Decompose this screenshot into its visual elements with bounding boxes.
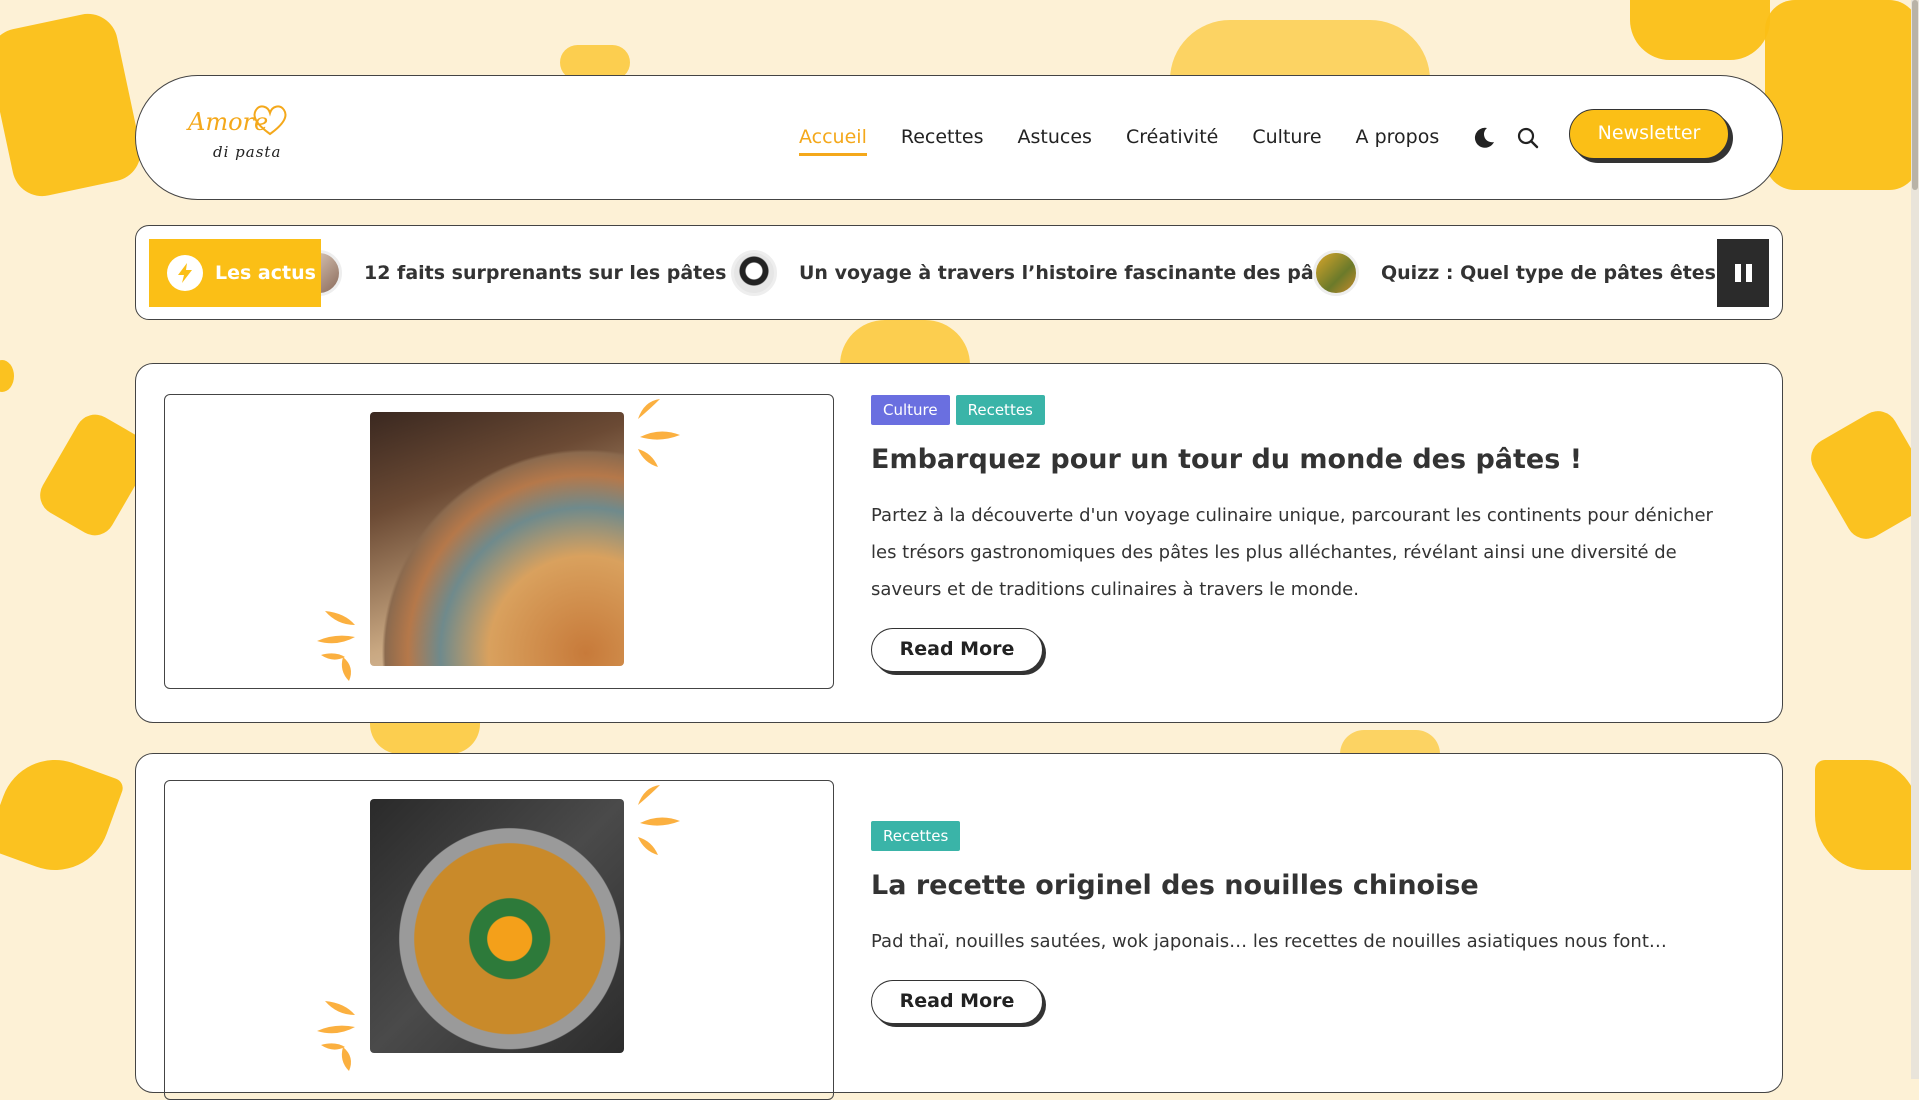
article-excerpt: Pad thaï, nouilles sautées, wok japonais… <box>871 931 1667 952</box>
ticker-item[interactable]: Un voyage à travers l’histoire fascinant… <box>731 239 1347 307</box>
ticker-thumbnail <box>731 250 777 296</box>
ticker-item-text: Un voyage à travers l’histoire fascinant… <box>799 262 1347 284</box>
ticker-label: Les actus <box>149 239 321 307</box>
newsletter-button[interactable]: Newsletter <box>1569 109 1729 159</box>
sparkle-decoration-icon <box>317 611 355 681</box>
nav-item-accueil[interactable]: Accueil <box>799 126 867 156</box>
tag-recettes[interactable]: Recettes <box>955 395 1045 425</box>
scrollbar-thumb[interactable] <box>1912 0 1918 190</box>
read-more-button[interactable]: Read More <box>871 628 1043 672</box>
pause-button[interactable] <box>1717 239 1769 307</box>
article-image[interactable] <box>370 412 624 666</box>
pause-icon-bar <box>1745 264 1752 282</box>
site-header: Amore di pasta Accueil Recettes Astuces … <box>135 75 1783 200</box>
page-scrollbar[interactable] <box>1911 0 1919 1079</box>
ticker-item-text: 12 faits surprenants sur les pâtes ! <box>364 262 742 284</box>
ticker-item[interactable]: Quizz : Quel type de pâtes êtes vous <box>1313 239 1722 307</box>
nav-item-creativite[interactable]: Créativité <box>1126 126 1218 156</box>
moon-icon[interactable] <box>1472 126 1496 154</box>
pasta-decoration <box>370 722 480 754</box>
pasta-decoration <box>1803 403 1919 547</box>
logo-text-bottom: di pasta <box>213 143 282 161</box>
read-more-button[interactable]: Read More <box>871 980 1043 1024</box>
nav-item-a-propos[interactable]: A propos <box>1356 126 1440 156</box>
sparkle-decoration-icon <box>317 1001 355 1071</box>
heart-icon <box>253 105 287 136</box>
nav-item-astuces[interactable]: Astuces <box>1018 126 1092 156</box>
pasta-decoration <box>1630 0 1770 60</box>
pasta-decoration <box>0 360 14 392</box>
main-nav: Accueil Recettes Astuces Créativité Cult… <box>799 126 1473 156</box>
article-image-frame[interactable] <box>164 780 834 1100</box>
pasta-decoration <box>1765 0 1919 190</box>
article-tags: Culture Recettes <box>871 395 1045 425</box>
sparkle-decoration-icon <box>638 785 680 855</box>
pause-icon <box>1734 264 1741 282</box>
tag-culture[interactable]: Culture <box>871 395 950 425</box>
article-title[interactable]: Embarquez pour un tour du monde des pâte… <box>871 444 1582 475</box>
article-image[interactable] <box>370 799 624 1053</box>
news-ticker: Les actus 12 faits surprenants sur les p… <box>135 225 1783 320</box>
pasta-decoration <box>0 744 126 886</box>
ticker-label-text: Les actus <box>215 262 316 284</box>
article-card: Culture Recettes Embarquez pour un tour … <box>135 363 1783 723</box>
pasta-decoration <box>1340 730 1440 754</box>
ticker-thumbnail <box>321 250 342 296</box>
lightning-icon <box>167 255 203 291</box>
ticker-item-text: Quizz : Quel type de pâtes êtes vous <box>1381 262 1722 284</box>
pasta-decoration <box>0 8 147 202</box>
article-title[interactable]: La recette originel des nouilles chinois… <box>871 870 1479 901</box>
nav-item-culture[interactable]: Culture <box>1252 126 1321 156</box>
search-icon[interactable] <box>1516 126 1540 154</box>
article-image-frame[interactable] <box>164 394 834 689</box>
ticker-thumbnail <box>1313 250 1359 296</box>
ticker-items: 12 faits surprenants sur les pâtes ! Un … <box>321 239 1722 307</box>
article-card: Recettes La recette originel des nouille… <box>135 753 1783 1100</box>
article-excerpt: Partez à la découverte d'un voyage culin… <box>871 505 1713 600</box>
tag-recettes[interactable]: Recettes <box>871 821 961 851</box>
sparkle-decoration-icon <box>638 399 680 467</box>
nav-item-recettes[interactable]: Recettes <box>901 126 984 156</box>
article-tags: Recettes <box>871 821 961 851</box>
pasta-decoration <box>1170 20 1430 80</box>
ticker-item[interactable]: 12 faits surprenants sur les pâtes ! <box>321 239 742 307</box>
pasta-decoration <box>1815 760 1919 870</box>
pasta-decoration <box>840 320 970 365</box>
site-logo[interactable]: Amore di pasta <box>188 105 298 168</box>
